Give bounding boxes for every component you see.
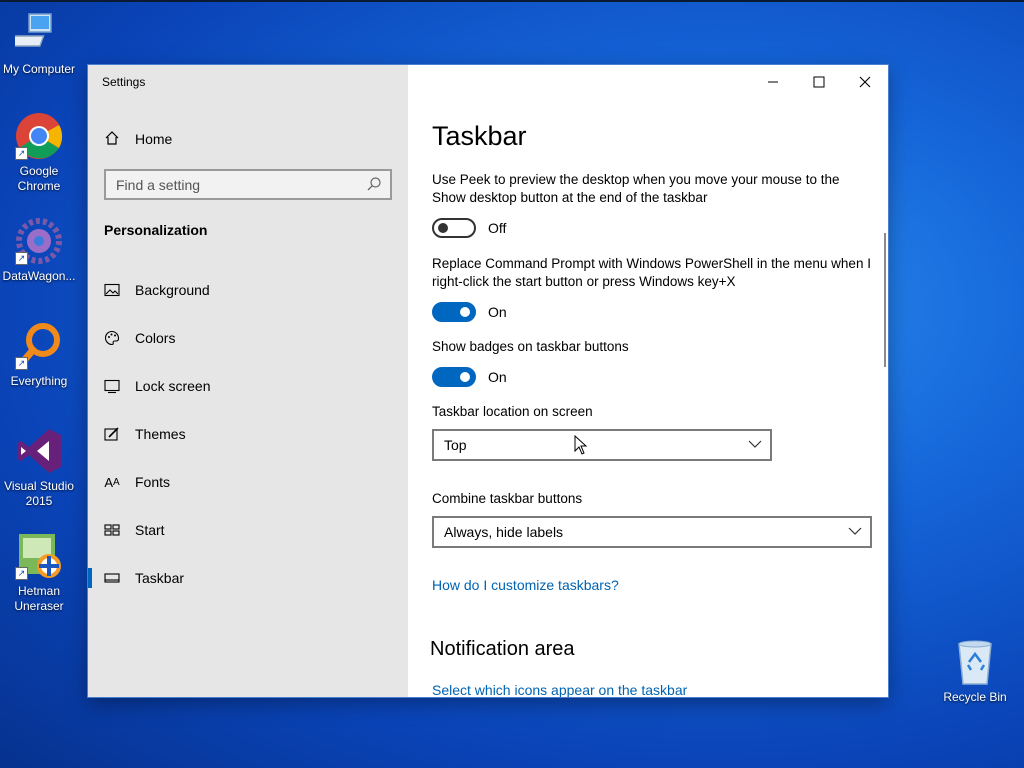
desktop: My Computer ↗ Google Chrome ↗ DataWagon.… <box>0 0 1024 768</box>
minimize-button[interactable] <box>750 69 796 95</box>
desktop-icon-label: Everything <box>10 374 68 388</box>
toggle-state: Off <box>488 220 507 236</box>
desktop-icon-label: My Computer <box>2 62 76 76</box>
notification-area-heading: Notification area <box>430 638 575 660</box>
search-input[interactable]: Find a setting <box>104 169 392 200</box>
combine-label: Combine taskbar buttons <box>432 491 583 506</box>
peek-description: Use Peek to preview the desktop when you… <box>432 172 840 205</box>
chevron-down-icon <box>748 437 762 454</box>
sidebar-item-label: Taskbar <box>135 570 185 586</box>
powershell-description: Replace Command Prompt with Windows Powe… <box>432 256 871 289</box>
visual-studio-icon <box>15 427 63 475</box>
peek-toggle[interactable]: Off <box>432 218 506 238</box>
location-label: Taskbar location on screen <box>432 404 593 419</box>
sidebar-item-start[interactable]: Start <box>88 512 408 548</box>
computer-icon <box>8 10 63 58</box>
chrome-icon: ↗ <box>15 112 63 160</box>
desktop-icon-label: Hetman Uneraser <box>14 584 64 613</box>
powershell-toggle[interactable]: On <box>432 302 507 322</box>
toggle-state: On <box>488 304 507 320</box>
desktop-icon-label: DataWagon... <box>2 269 76 283</box>
lock-screen-icon <box>104 378 120 394</box>
sidebar-item-label: Themes <box>135 426 186 442</box>
sidebar-item-lock-screen[interactable]: Lock screen <box>88 368 408 404</box>
sidebar-item-taskbar[interactable]: Taskbar <box>88 560 408 596</box>
sidebar-item-label: Colors <box>135 330 176 346</box>
minimize-icon <box>768 81 778 83</box>
themes-brush-icon <box>104 426 120 442</box>
main-content: Taskbar Use Peek to preview the desktop … <box>408 65 888 697</box>
sidebar-item-label: Background <box>135 282 210 298</box>
sidebar-item-background[interactable]: Background <box>88 272 408 308</box>
everything-search-icon: ↗ <box>15 322 63 370</box>
toggle-switch[interactable] <box>432 302 476 322</box>
search-icon <box>366 176 382 195</box>
start-grid-icon <box>104 522 120 538</box>
hetman-uneraser-icon: ↗ <box>15 532 63 580</box>
desktop-icon-google-chrome[interactable]: ↗ Google Chrome <box>0 112 78 194</box>
desktop-icon-my-computer[interactable]: My Computer <box>0 10 78 77</box>
maximize-icon <box>813 76 825 88</box>
window-title: Settings <box>102 75 146 89</box>
recycle-bin-icon <box>951 638 999 686</box>
sidebar-item-colors[interactable]: Colors <box>88 320 408 356</box>
desktop-icon-recycle-bin[interactable]: Recycle Bin <box>936 638 1014 705</box>
close-button[interactable] <box>842 69 888 95</box>
desktop-icon-everything[interactable]: ↗ Everything <box>0 322 78 389</box>
search-placeholder: Find a setting <box>116 176 201 193</box>
shortcut-arrow-icon: ↗ <box>15 252 28 265</box>
shortcut-arrow-icon: ↗ <box>15 357 28 370</box>
shortcut-arrow-icon: ↗ <box>15 147 28 160</box>
section-heading: Personalization <box>104 222 208 238</box>
combine-buttons-select[interactable]: Always, hide labels <box>432 516 872 548</box>
nav-home[interactable]: Home <box>104 129 172 149</box>
nav-home-label: Home <box>135 131 173 147</box>
datawagon-icon: ↗ <box>15 217 63 265</box>
fonts-icon: AA <box>104 474 120 490</box>
badges-description: Show badges on taskbar buttons <box>432 339 629 354</box>
notification-icons-link[interactable]: Select which icons appear on the taskbar <box>432 682 687 697</box>
sidebar-item-themes[interactable]: Themes <box>88 416 408 452</box>
close-icon <box>859 76 871 88</box>
taskbar-icon <box>104 570 120 586</box>
select-value: Top <box>444 437 467 453</box>
scrollbar[interactable] <box>884 233 886 367</box>
sidebar-item-fonts[interactable]: AA Fonts <box>88 464 408 500</box>
desktop-icon-datawagon[interactable]: ↗ DataWagon... <box>0 217 78 284</box>
desktop-icon-hetman-uneraser[interactable]: ↗ Hetman Uneraser <box>0 532 78 614</box>
settings-window: Settings Home Find a setting Personaliza… <box>88 65 888 697</box>
toggle-switch[interactable] <box>432 367 476 387</box>
badges-toggle[interactable]: On <box>432 367 507 387</box>
desktop-icon-visual-studio[interactable]: Visual Studio 2015 <box>0 427 78 509</box>
sidebar-item-label: Start <box>135 522 165 538</box>
taskbar-location-select[interactable]: Top <box>432 429 772 461</box>
help-link[interactable]: How do I customize taskbars? <box>432 577 619 593</box>
mouse-cursor-icon <box>574 434 588 460</box>
chevron-down-icon <box>848 524 862 541</box>
desktop-icon-label: Google Chrome <box>17 164 61 193</box>
picture-icon <box>104 282 120 298</box>
toggle-state: On <box>488 369 507 385</box>
select-value: Always, hide labels <box>444 524 564 540</box>
page-title: Taskbar <box>432 121 527 151</box>
desktop-icon-label: Recycle Bin <box>943 690 1007 704</box>
sidebar-item-label: Fonts <box>135 474 171 490</box>
sidebar-item-label: Lock screen <box>135 378 211 394</box>
desktop-icon-label: Visual Studio 2015 <box>4 479 74 508</box>
sidebar: Settings Home Find a setting Personaliza… <box>88 65 408 697</box>
palette-icon <box>104 330 120 346</box>
active-indicator <box>88 568 92 588</box>
shortcut-arrow-icon: ↗ <box>15 567 28 580</box>
maximize-button[interactable] <box>796 69 842 95</box>
toggle-switch[interactable] <box>432 218 476 238</box>
home-icon <box>104 130 120 149</box>
